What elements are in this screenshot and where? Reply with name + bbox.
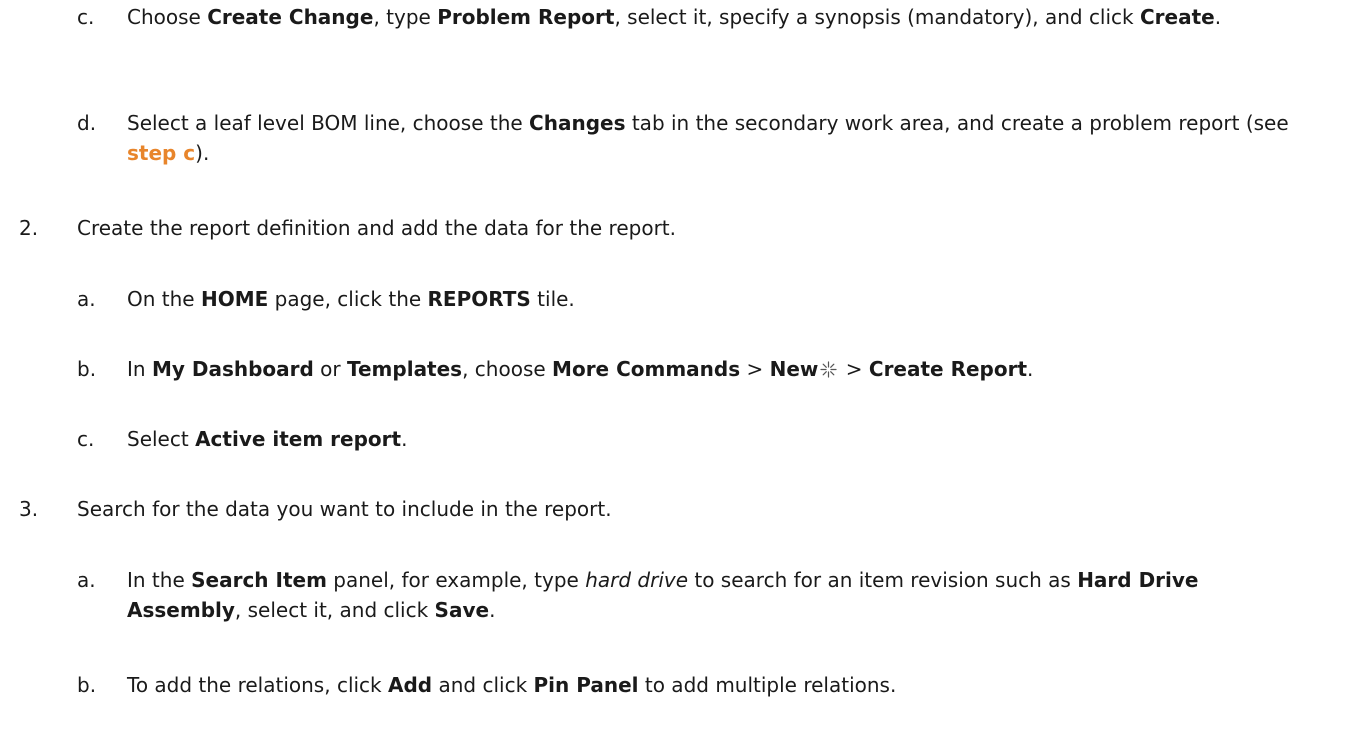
step-text: In My Dashboard or Templates, choose Mor…	[127, 357, 1034, 381]
substep-a-search-item: a. In the Search Item panel, for example…	[77, 565, 1317, 625]
example-term: hard drive	[585, 568, 689, 592]
step-text: Create the report definition and add the…	[77, 216, 676, 240]
step-c-link[interactable]: step c	[127, 141, 195, 165]
step-label: d.	[77, 111, 97, 135]
ui-term: Save	[434, 598, 490, 622]
step-label: a.	[77, 568, 96, 592]
step-text: On the HOME page, click the REPORTS tile…	[127, 287, 575, 311]
step-label: b.	[77, 673, 97, 697]
ui-term: My Dashboard	[151, 357, 314, 381]
ui-term: Active item report	[195, 427, 402, 451]
ui-term: REPORTS	[427, 287, 531, 311]
substep-c-create-change: c. Choose Create Change, type Problem Re…	[77, 2, 1317, 32]
ui-term: HOME	[200, 287, 269, 311]
step-text: Select a leaf level BOM line, choose the…	[127, 111, 1289, 165]
substep-c-active-item-report: c. Select Active item report.	[77, 424, 1317, 454]
ui-term: More Commands	[552, 357, 741, 381]
ui-term: Pin Panel	[533, 673, 639, 697]
ui-term: Changes	[529, 111, 626, 135]
step-number: 2.	[19, 216, 39, 240]
ui-term: Problem Report	[437, 5, 615, 29]
step-text: Select Active item report.	[127, 427, 408, 451]
step-label: b.	[77, 357, 97, 381]
ui-term: Search Item	[191, 568, 327, 592]
new-sparkle-icon	[820, 361, 838, 378]
step-label: c.	[77, 5, 95, 29]
ui-term: Templates	[347, 357, 463, 381]
substep-d-select-bom-line: d. Select a leaf level BOM line, choose …	[77, 108, 1337, 168]
step-text: In the Search Item panel, for example, t…	[127, 568, 1199, 622]
step-text: Search for the data you want to include …	[77, 497, 612, 521]
step-3: 3. Search for the data you want to inclu…	[19, 494, 1319, 524]
ui-term: Create Change	[207, 5, 374, 29]
step-number: 3.	[19, 497, 39, 521]
ui-term: Create	[1139, 5, 1215, 29]
substep-b-add-relations: b. To add the relations, click Add and c…	[77, 670, 1317, 700]
ui-term: Add	[388, 673, 433, 697]
step-label: c.	[77, 427, 95, 451]
substep-b-create-report: b. In My Dashboard or Templates, choose …	[77, 354, 1317, 384]
step-label: a.	[77, 287, 96, 311]
step-2: 2. Create the report definition and add …	[19, 213, 1319, 243]
step-text: Choose Create Change, type Problem Repor…	[127, 5, 1222, 29]
step-text: To add the relations, click Add and clic…	[127, 673, 897, 697]
ui-term: Create Report	[868, 357, 1028, 381]
ui-term: New	[769, 357, 819, 381]
substep-a-home-page: a. On the HOME page, click the REPORTS t…	[77, 284, 1317, 314]
